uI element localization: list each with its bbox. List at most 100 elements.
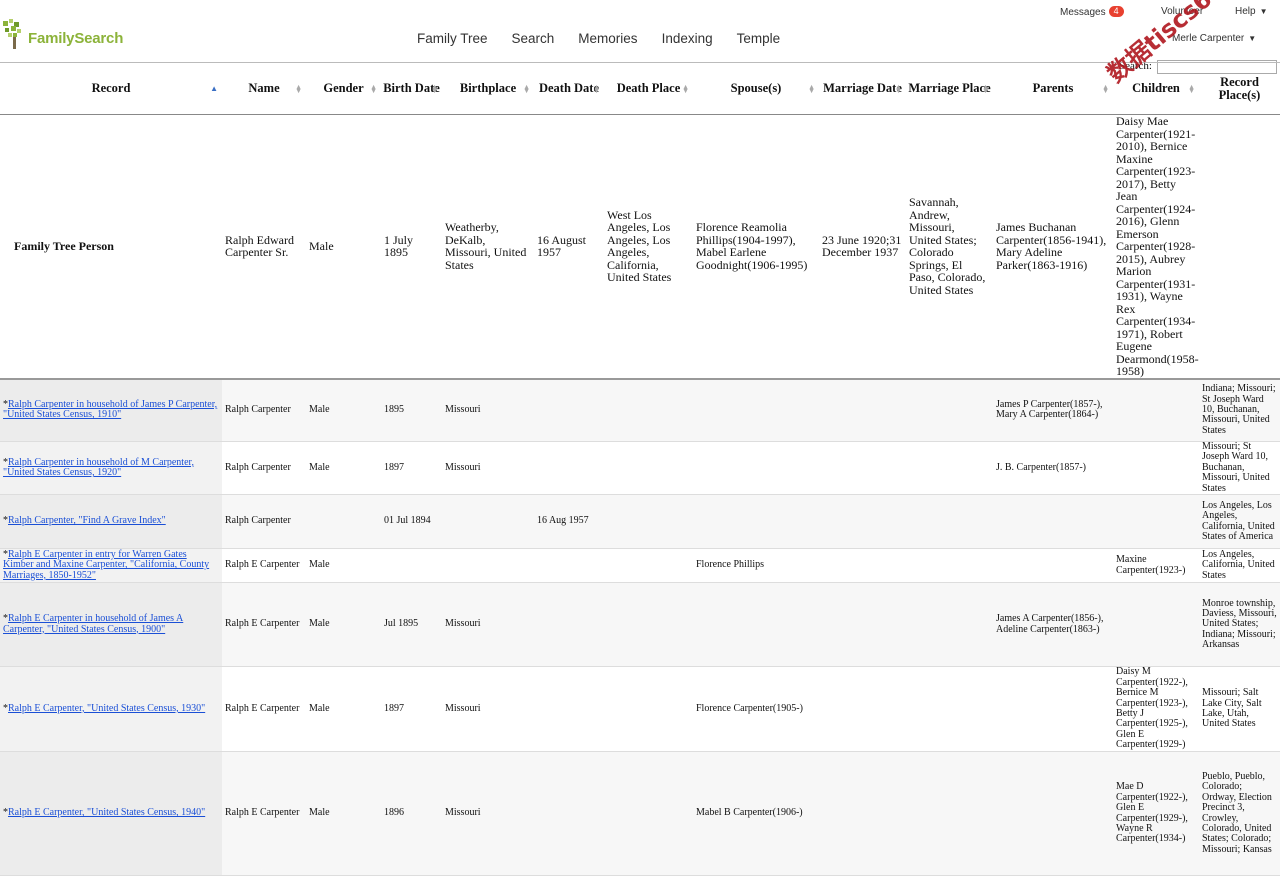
user-menu[interactable]: Merle Carpenter ▼ (1172, 33, 1256, 44)
nav-family-tree[interactable]: Family Tree (417, 31, 488, 46)
cell-name: Ralph E Carpenter (222, 751, 306, 876)
column-header-children[interactable]: Children ▲ ▼ (1113, 62, 1199, 115)
cell-record-places: Pueblo, Pueblo, Colorado; Ordway, Electi… (1199, 751, 1280, 876)
cell-marriage-place (906, 494, 993, 550)
family-tree-person-row: Family Tree Person Ralph Edward Carpente… (0, 114, 1280, 380)
column-header-name[interactable]: Name ▲ ▼ (222, 62, 306, 115)
column-header-death-place[interactable]: Death Place ▲ ▼ (604, 62, 693, 115)
main-nav: Family Tree Search Memories Indexing Tem… (405, 31, 792, 46)
column-header-gender[interactable]: Gender ▲ ▼ (306, 62, 381, 115)
column-header-record-places[interactable]: Record Place(s) (1199, 62, 1280, 115)
cell-children: Daisy M Carpenter(1922-), Bernice M Carp… (1113, 666, 1199, 753)
person-death-date: 16 August 1957 (534, 114, 604, 380)
nav-temple[interactable]: Temple (737, 31, 781, 46)
cell-marriage-place (906, 751, 993, 876)
cell-spouses: Florence Phillips (693, 548, 819, 584)
cell-name: Ralph E Carpenter (222, 582, 306, 668)
sort-icon: ▲ ▼ (370, 83, 377, 95)
cell-parents (993, 548, 1113, 584)
cell-death-place (604, 378, 693, 442)
sort-icon: ▲ ▼ (1102, 83, 1109, 95)
nav-search[interactable]: Search (512, 31, 555, 46)
messages-link[interactable]: Messages 4 (1060, 6, 1124, 18)
column-header-spouses[interactable]: Spouse(s) ▲ ▼ (693, 62, 819, 115)
chevron-down-icon: ▼ (1259, 7, 1268, 16)
cell-marriage-place (906, 378, 993, 442)
cell-children (1113, 494, 1199, 550)
cell-birthplace (442, 494, 534, 550)
cell-marriage-date (819, 378, 906, 442)
cell-death-date (534, 378, 604, 442)
cell-death-place (604, 441, 693, 496)
person-death-place: West Los Angeles, Los Angeles, Los Angel… (604, 114, 693, 380)
column-header-birthplace[interactable]: Birthplace ▲ ▼ (442, 62, 534, 115)
volunteer-link[interactable]: Volunteer (1161, 6, 1203, 17)
record-link[interactable]: Ralph E Carpenter, "United States Census… (8, 807, 205, 818)
record-link[interactable]: Ralph Carpenter, "Find A Grave Index" (8, 515, 166, 526)
cell-birth-date: 1897 (381, 666, 442, 753)
nav-memories[interactable]: Memories (578, 31, 637, 46)
cell-record-places: Monroe township, Daviess, Missouri, Unit… (1199, 582, 1280, 668)
column-header-record[interactable]: Record ▲ (0, 62, 222, 115)
cell-birthplace: Missouri (442, 666, 534, 753)
column-header-marriage-place[interactable]: Marriage Place ▲ ▼ (906, 62, 993, 115)
record-cell: *Ralph Carpenter in household of M Carpe… (0, 441, 222, 496)
record-link[interactable]: Ralph E Carpenter in household of James … (3, 613, 183, 634)
sort-ascending-icon: ▲ (210, 84, 218, 93)
person-gender: Male (306, 114, 381, 380)
column-header-death-date[interactable]: Death Date ▲ ▼ (534, 62, 604, 115)
person-birthplace: Weatherby, DeKalb, Missouri, United Stat… (442, 114, 534, 380)
cell-marriage-date (819, 751, 906, 876)
cell-record-places: Missouri; St Joseph Ward 10, Buchanan, M… (1199, 441, 1280, 496)
cell-death-date (534, 582, 604, 668)
cell-spouses: Mabel B Carpenter(1906-) (693, 751, 819, 876)
cell-marriage-place (906, 441, 993, 496)
cell-spouses: Florence Carpenter(1905-) (693, 666, 819, 753)
cell-marriage-date (819, 582, 906, 668)
sort-icon: ▲ ▼ (682, 83, 689, 95)
record-cell: *Ralph Carpenter in household of James P… (0, 378, 222, 442)
column-header-birth-date[interactable]: Birth Date ▲ ▼ (381, 62, 442, 115)
tree-logo-icon (3, 19, 21, 49)
cell-marriage-date (819, 441, 906, 496)
cell-birth-date: Jul 1895 (381, 582, 442, 668)
cell-spouses (693, 378, 819, 442)
table-row: *Ralph E Carpenter in entry for Warren G… (0, 548, 1280, 584)
column-header-marriage-date[interactable]: Marriage Date ▲ ▼ (819, 62, 906, 115)
record-cell: *Ralph E Carpenter, "United States Censu… (0, 666, 222, 753)
record-link[interactable]: Ralph E Carpenter in entry for Warren Ga… (3, 549, 209, 581)
sort-icon: ▲ ▼ (895, 83, 902, 95)
person-marriage-date: 23 June 1920;31 December 1937 (819, 114, 906, 380)
cell-parents: James P Carpenter(1857-), Mary A Carpent… (993, 378, 1113, 442)
table-row: *Ralph Carpenter, "Find A Grave Index" Ra… (0, 494, 1280, 550)
cell-death-date (534, 548, 604, 584)
cell-death-date: 16 Aug 1957 (534, 494, 604, 550)
sort-icon: ▲ ▼ (1188, 83, 1195, 95)
cell-children: Maxine Carpenter(1923-) (1113, 548, 1199, 584)
cell-spouses (693, 582, 819, 668)
record-link[interactable]: Ralph Carpenter in household of M Carpen… (3, 457, 194, 478)
table-row: *Ralph Carpenter in household of James P… (0, 378, 1280, 442)
cell-name: Ralph E Carpenter (222, 666, 306, 753)
cell-marriage-date (819, 494, 906, 550)
cell-gender: Male (306, 666, 381, 753)
table-row: *Ralph E Carpenter, "United States Censu… (0, 666, 1280, 753)
records-table: Record ▲ Name ▲ ▼ Gender ▲ ▼ Birth Date ▲ ▼ Bir… (0, 62, 1280, 876)
sort-icon: ▲ ▼ (431, 83, 438, 95)
sort-icon: ▲ ▼ (295, 83, 302, 95)
familysearch-logo[interactable]: FamilySearch (2, 18, 123, 50)
cell-parents (993, 666, 1113, 753)
help-menu[interactable]: Help ▼ (1235, 6, 1268, 17)
column-header-parents[interactable]: Parents ▲ ▼ (993, 62, 1113, 115)
cell-children (1113, 582, 1199, 668)
cell-birthplace: Missouri (442, 441, 534, 496)
cell-marriage-place (906, 666, 993, 753)
cell-death-place (604, 548, 693, 584)
record-link[interactable]: Ralph E Carpenter, "United States Census… (8, 703, 205, 714)
record-cell: *Ralph E Carpenter in entry for Warren G… (0, 548, 222, 584)
table-row: *Ralph E Carpenter, "United States Censu… (0, 751, 1280, 876)
person-children: Daisy Mae Carpenter(1921-2010), Bernice … (1113, 114, 1199, 380)
cell-gender: Male (306, 548, 381, 584)
record-link[interactable]: Ralph Carpenter in household of James P … (3, 399, 217, 420)
nav-indexing[interactable]: Indexing (662, 31, 713, 46)
